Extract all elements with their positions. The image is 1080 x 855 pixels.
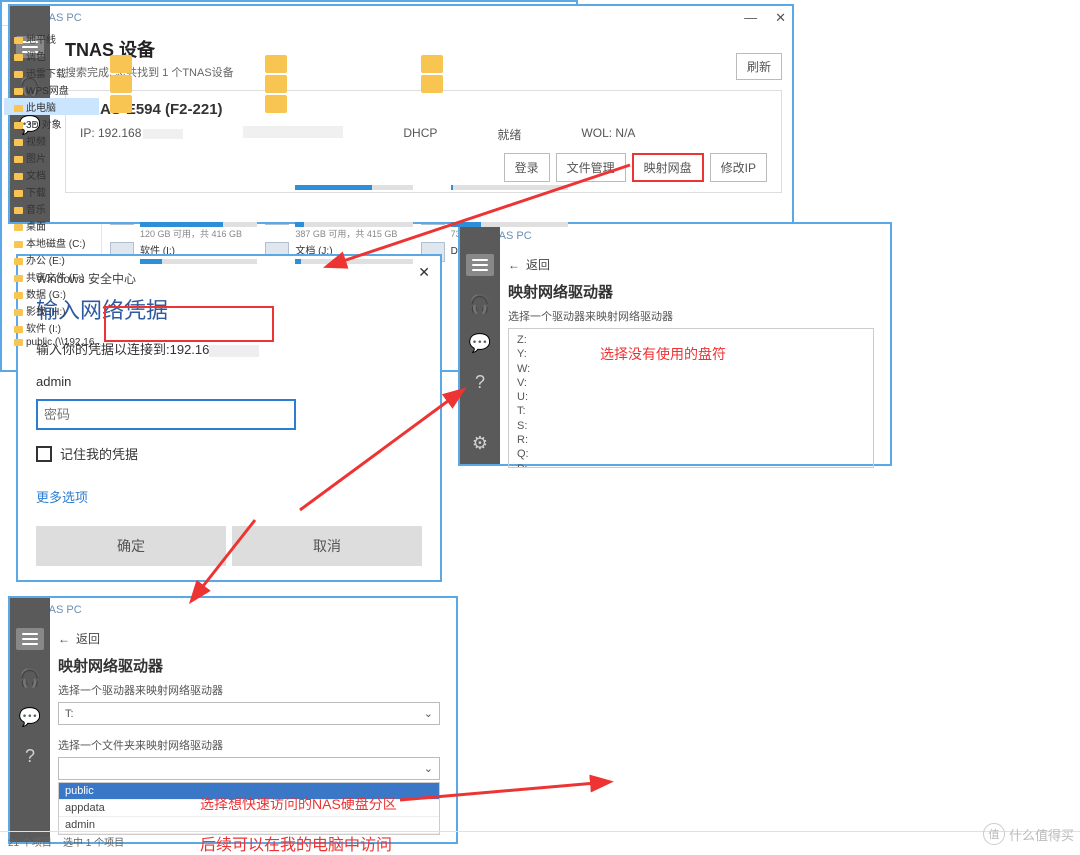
tree-item[interactable]: 本地磁盘 (C:): [4, 234, 99, 251]
ok-button[interactable]: 确定: [36, 526, 226, 566]
username-value: admin: [36, 374, 422, 389]
tree-item[interactable]: 影视 (H:): [4, 302, 99, 319]
feedback-icon[interactable]: 💬: [19, 707, 41, 728]
folder-select[interactable]: ⌄: [58, 757, 440, 780]
map-subtitle1: 选择一个驱动器来映射网络驱动器: [58, 682, 440, 698]
explorer-tree[interactable]: 地平线调色迅雷下载WPS网盘此电脑3D 对象视频图片文档下载音乐桌面本地磁盘 (…: [2, 26, 102, 350]
tree-item[interactable]: 音乐: [4, 200, 99, 217]
password-input[interactable]: [36, 399, 296, 430]
tree-item[interactable]: 调色: [4, 47, 99, 64]
drive-select[interactable]: T:⌄: [58, 702, 440, 725]
tree-item[interactable]: 视频: [4, 132, 99, 149]
close-icon[interactable]: ✕: [775, 10, 786, 26]
drive-letter-option[interactable]: U:: [517, 390, 865, 404]
chevron-down-icon: ⌄: [424, 707, 433, 720]
drive-letter-option[interactable]: Q:: [517, 447, 865, 461]
annotation-text: 选择没有使用的盘符: [600, 344, 726, 364]
tree-item[interactable]: 3D 对象: [4, 115, 99, 132]
map-subtitle2: 选择一个文件夹来映射网络驱动器: [58, 737, 440, 753]
tree-item[interactable]: 共享文件 (F:): [4, 268, 99, 285]
tree-item[interactable]: 网络: [4, 349, 99, 350]
sidebar: 🎧 💬 ?: [10, 598, 50, 842]
help-icon[interactable]: ?: [25, 746, 35, 767]
login-button[interactable]: 登录: [504, 153, 550, 182]
settings-icon[interactable]: ⚙: [472, 433, 488, 454]
map-title: 映射网络驱动器: [508, 281, 874, 302]
drive-letter-option[interactable]: P:: [517, 462, 865, 468]
refresh-button[interactable]: 刷新: [736, 53, 782, 80]
map-title: 映射网络驱动器: [58, 655, 440, 676]
device-name: TNAS-E594 (F2-221): [80, 101, 767, 118]
device-card: TNAS-E594 (F2-221) IP: 192.168 DHCP 就绪 W…: [65, 90, 782, 193]
tree-item[interactable]: 图片: [4, 149, 99, 166]
status-label: 就绪: [497, 126, 521, 143]
more-options-link[interactable]: 更多选项: [36, 487, 422, 506]
tree-item[interactable]: public (\\192.16...: [4, 336, 99, 349]
modify-ip-button[interactable]: 修改IP: [710, 153, 767, 182]
chevron-down-icon: ⌄: [424, 762, 433, 775]
headset-icon[interactable]: 🎧: [469, 294, 491, 315]
tree-item[interactable]: 下载: [4, 183, 99, 200]
tree-item[interactable]: 数据 (G:): [4, 285, 99, 302]
map-drive-letter-window: TNAS PC 🎧 💬 ? ⚙ ←返回 映射网络驱动器 选择一个驱动器来映射网络…: [458, 222, 892, 466]
checkbox-icon: [36, 446, 52, 462]
annotation-text: 选择想快速访问的NAS硬盘分区: [200, 794, 397, 814]
dhcp-label: DHCP: [403, 126, 437, 143]
status-bar: 21 个项目 选中 1 个项目: [0, 831, 1080, 849]
help-icon[interactable]: ?: [475, 372, 485, 393]
tree-item[interactable]: 此电脑: [4, 98, 99, 115]
tree-item[interactable]: 文档: [4, 166, 99, 183]
tree-item[interactable]: 桌面: [4, 217, 99, 234]
tree-item[interactable]: WPS网盘: [4, 81, 99, 98]
minimize-icon[interactable]: —: [744, 10, 757, 26]
annotation-text: 后续可以在我的电脑中访问: [200, 836, 392, 855]
status-selected: 选中 1 个项目: [63, 838, 124, 849]
drive-letter-option[interactable]: R:: [517, 433, 865, 447]
back-link[interactable]: ←返回: [58, 626, 440, 655]
map-subtitle: 选择一个驱动器来映射网络驱动器: [508, 308, 874, 324]
hamburger-icon[interactable]: [466, 254, 494, 276]
arrow-left-icon: ←: [508, 258, 520, 272]
cancel-button[interactable]: 取消: [232, 526, 422, 566]
headset-icon[interactable]: 🎧: [19, 668, 41, 689]
drive-letter-option[interactable]: S:: [517, 419, 865, 433]
tree-item[interactable]: 软件 (I:): [4, 319, 99, 336]
status-count: 21 个项目: [8, 838, 52, 849]
remember-label: 记住我的凭据: [60, 444, 138, 463]
map-drive-folder-window: TNAS PC 🎧 💬 ? ←返回 映射网络驱动器 选择一个驱动器来映射网络驱动…: [8, 596, 458, 844]
tnas-main-window: TNAS PC — ✕ 🎧 💬 TNAS 设备 搜索完成, 总共找到 1 个TN…: [8, 4, 794, 224]
wol-label: WOL: N/A: [581, 126, 635, 143]
drive-letter-option[interactable]: T:: [517, 404, 865, 418]
back-link[interactable]: ←返回: [508, 252, 874, 281]
arrow-left-icon: ←: [58, 632, 70, 646]
tree-item[interactable]: 迅雷下载: [4, 64, 99, 81]
files-button[interactable]: 文件管理: [556, 153, 626, 182]
sidebar: 🎧 💬 ? ⚙: [460, 224, 500, 464]
drive-letter-option[interactable]: V:: [517, 376, 865, 390]
hamburger-icon[interactable]: [16, 628, 44, 650]
window-controls: — ✕: [744, 10, 786, 26]
tree-item[interactable]: 办公 (E:): [4, 251, 99, 268]
close-icon[interactable]: ✕: [418, 264, 430, 281]
remember-checkbox[interactable]: 记住我的凭据: [36, 444, 422, 463]
tree-item[interactable]: 地平线: [4, 30, 99, 47]
map-drive-button[interactable]: 映射网盘: [632, 153, 704, 182]
feedback-icon[interactable]: 💬: [469, 333, 491, 354]
